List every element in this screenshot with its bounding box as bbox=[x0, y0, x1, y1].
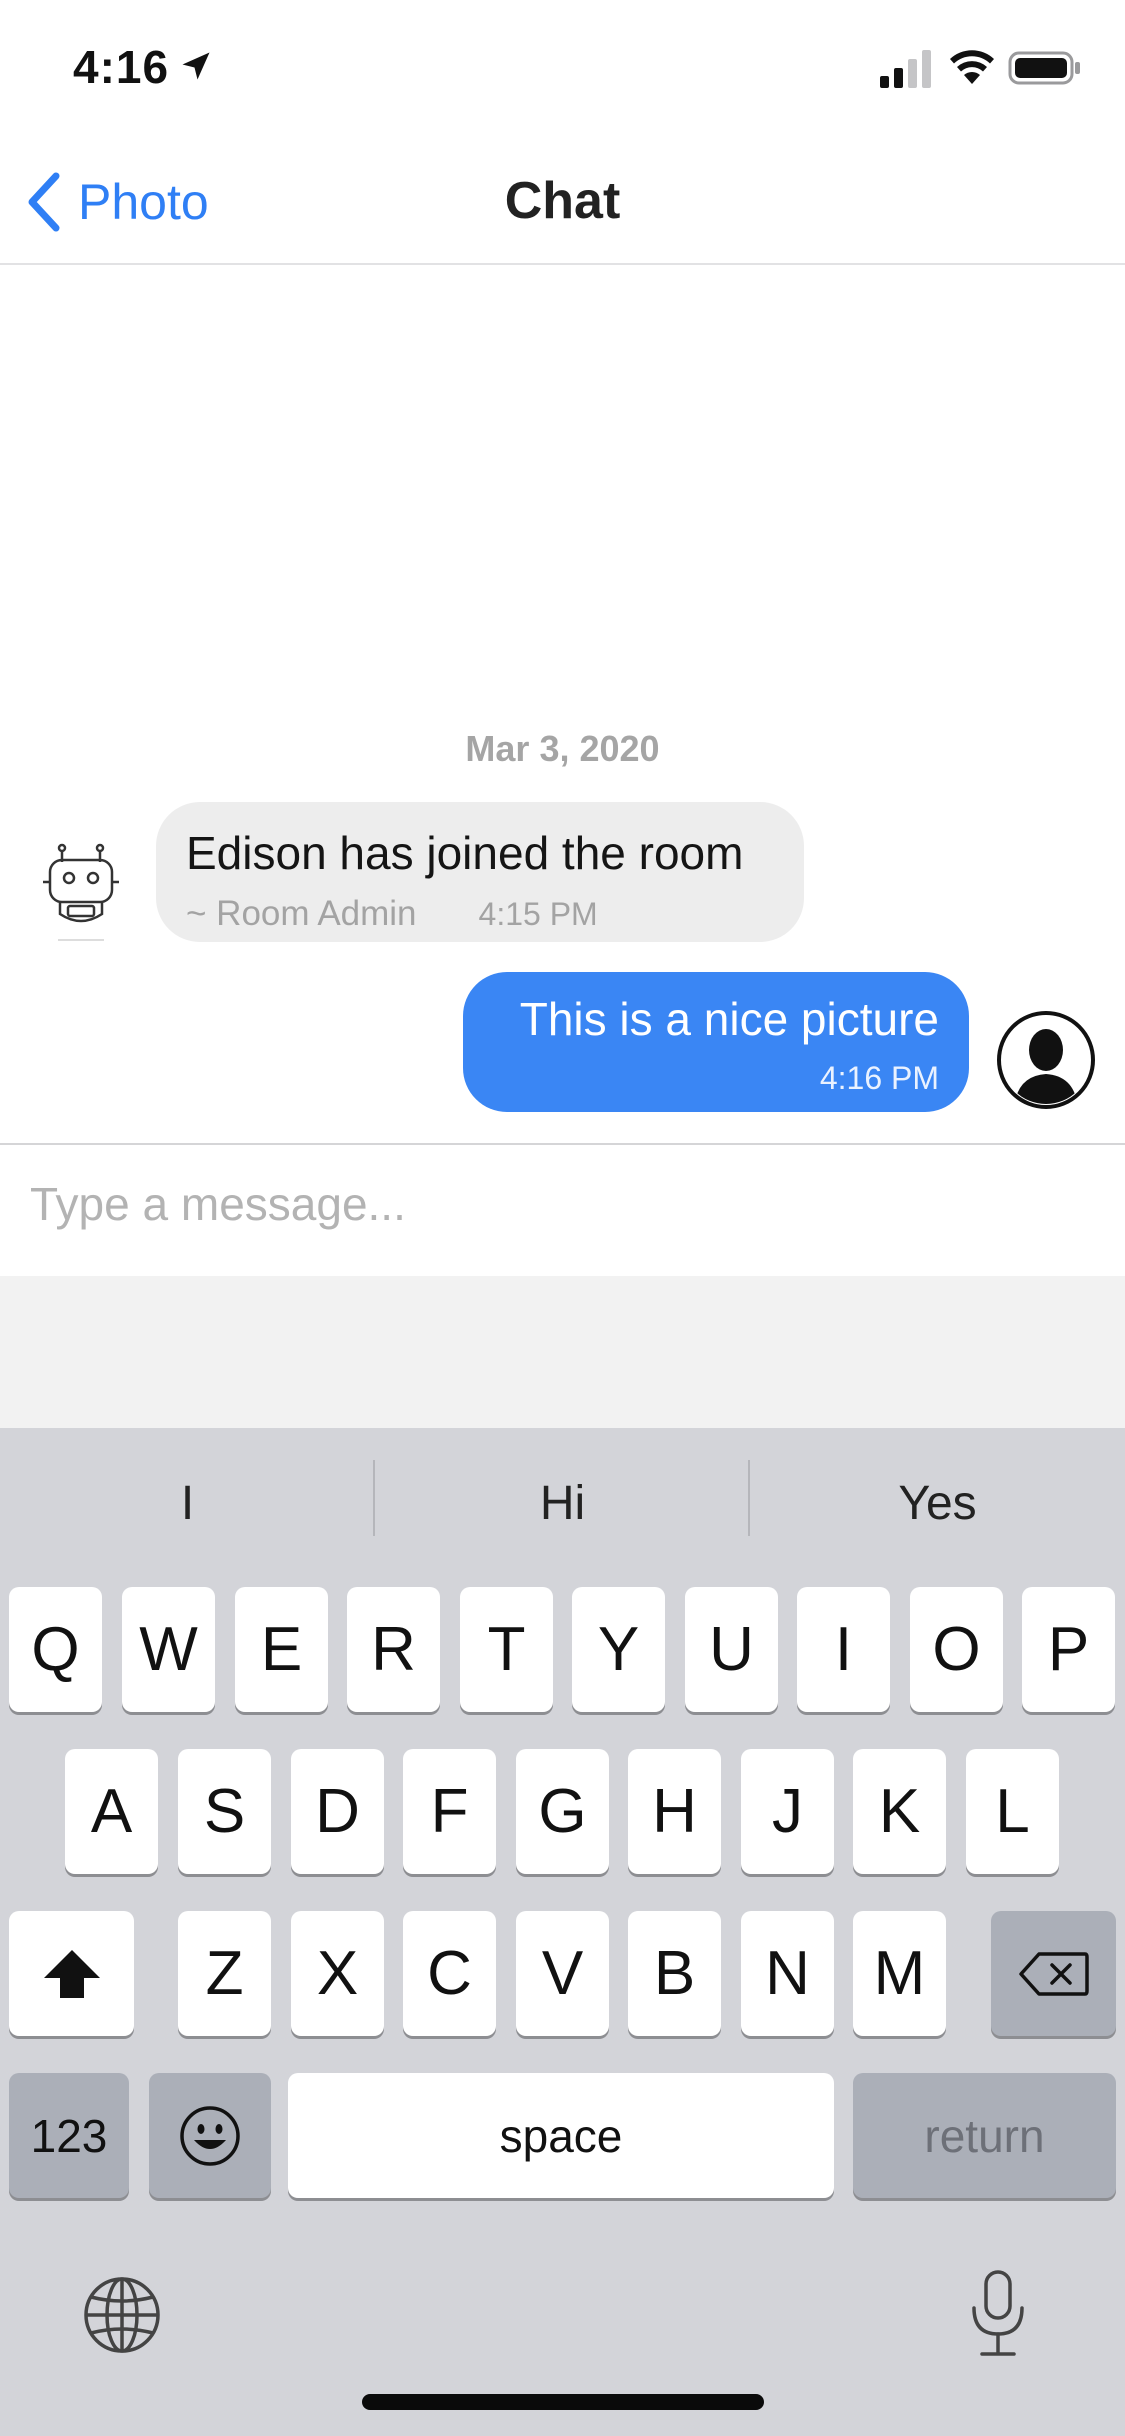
shift-key[interactable] bbox=[9, 1911, 134, 2036]
battery-icon bbox=[1008, 51, 1080, 85]
wifi-icon bbox=[950, 50, 994, 84]
keyboard: I Hi Yes Q W E R T Y U I O P A S D F G H… bbox=[0, 1428, 1125, 2436]
suggestion-3[interactable]: Yes bbox=[750, 1428, 1125, 1578]
suggestion-2[interactable]: Hi bbox=[375, 1428, 750, 1578]
key-o[interactable]: O bbox=[910, 1587, 1003, 1712]
numbers-key[interactable]: 123 bbox=[9, 2073, 129, 2198]
message-sender: ~ Room Admin bbox=[186, 894, 417, 933]
key-z[interactable]: Z bbox=[178, 1911, 271, 2036]
status-time: 4:16 bbox=[73, 41, 170, 93]
key-l[interactable]: L bbox=[966, 1749, 1059, 1874]
key-n[interactable]: N bbox=[741, 1911, 834, 2036]
key-m[interactable]: M bbox=[853, 1911, 946, 2036]
status-bar: 4:16 bbox=[0, 0, 1125, 135]
shift-icon bbox=[43, 1949, 100, 1998]
key-v[interactable]: V bbox=[516, 1911, 609, 2036]
suggestion-1[interactable]: I bbox=[0, 1428, 375, 1578]
user-avatar-icon[interactable] bbox=[996, 1010, 1096, 1110]
key-r[interactable]: R bbox=[347, 1587, 440, 1712]
message-text: This is a nice picture bbox=[519, 993, 939, 1045]
message-timestamp: 4:15 PM bbox=[478, 896, 598, 932]
message-input[interactable] bbox=[30, 1169, 1090, 1239]
emoji-key[interactable] bbox=[149, 2073, 271, 2198]
key-p[interactable]: P bbox=[1022, 1587, 1115, 1712]
key-x[interactable]: X bbox=[291, 1911, 384, 2036]
message-composer bbox=[0, 1143, 1125, 1276]
cellular-signal-icon bbox=[880, 50, 931, 88]
page-title: Chat bbox=[504, 172, 621, 230]
key-w[interactable]: W bbox=[122, 1587, 215, 1712]
key-d[interactable]: D bbox=[291, 1749, 384, 1874]
location-arrow-icon bbox=[182, 52, 210, 80]
key-c[interactable]: C bbox=[403, 1911, 496, 2036]
home-indicator bbox=[362, 2394, 764, 2410]
key-q[interactable]: Q bbox=[9, 1587, 102, 1712]
key-j[interactable]: J bbox=[741, 1749, 834, 1874]
microphone-icon[interactable] bbox=[968, 2268, 1028, 2360]
key-g[interactable]: G bbox=[516, 1749, 609, 1874]
key-y[interactable]: Y bbox=[572, 1587, 665, 1712]
delete-key[interactable] bbox=[991, 1911, 1116, 2036]
space-key-label: space bbox=[499, 2109, 623, 2162]
key-h[interactable]: H bbox=[628, 1749, 721, 1874]
key-a[interactable]: A bbox=[65, 1749, 158, 1874]
return-key-label: return bbox=[924, 2109, 1045, 2162]
message-text: Edison has joined the room bbox=[186, 827, 744, 879]
key-i[interactable]: I bbox=[797, 1587, 890, 1712]
robot-avatar-icon bbox=[43, 843, 119, 941]
numbers-key-label: 123 bbox=[30, 2109, 108, 2162]
date-divider: Mar 3, 2020 bbox=[465, 728, 660, 769]
key-u[interactable]: U bbox=[685, 1587, 778, 1712]
key-b[interactable]: B bbox=[628, 1911, 721, 2036]
emoji-icon bbox=[180, 2105, 240, 2166]
message-timestamp: 4:16 PM bbox=[819, 1060, 939, 1096]
navigation-bar: Photo Chat bbox=[0, 135, 1125, 265]
return-key[interactable]: return bbox=[853, 2073, 1116, 2198]
composer-spacer bbox=[0, 1276, 1125, 1428]
key-k[interactable]: K bbox=[853, 1749, 946, 1874]
key-s[interactable]: S bbox=[178, 1749, 271, 1874]
key-t[interactable]: T bbox=[460, 1587, 553, 1712]
globe-icon[interactable] bbox=[82, 2275, 162, 2355]
outgoing-message-bubble[interactable]: This is a nice picture 4:16 PM bbox=[463, 972, 969, 1112]
incoming-message-bubble[interactable]: Edison has joined the room ~ Room Admin … bbox=[156, 802, 804, 942]
delete-icon bbox=[1018, 1951, 1089, 1996]
key-f[interactable]: F bbox=[403, 1749, 496, 1874]
space-key[interactable]: space bbox=[288, 2073, 834, 2198]
predictive-bar: I Hi Yes bbox=[0, 1428, 1125, 1578]
key-e[interactable]: E bbox=[235, 1587, 328, 1712]
